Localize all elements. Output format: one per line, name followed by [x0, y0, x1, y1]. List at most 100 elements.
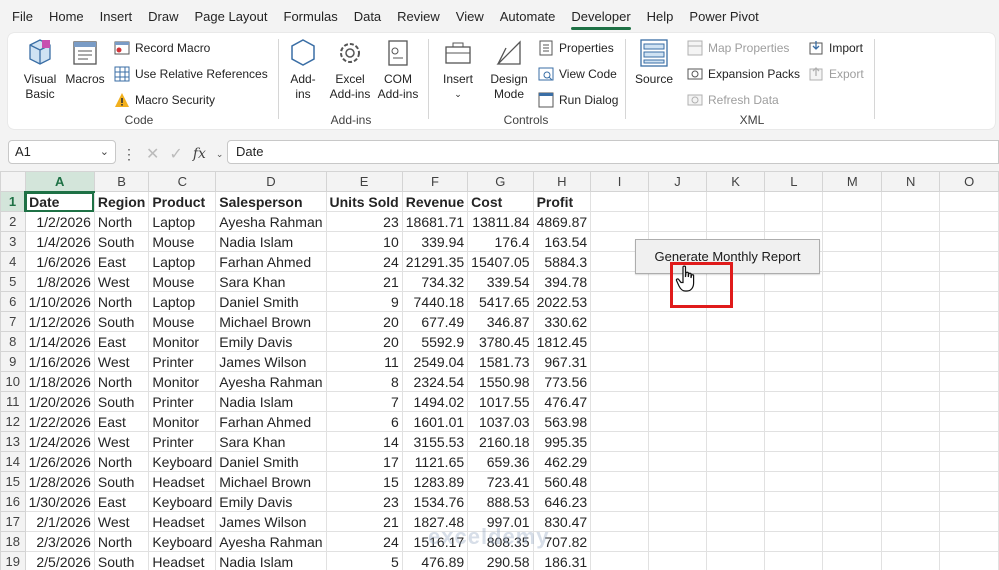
cell[interactable]: [647, 331, 707, 352]
cell[interactable]: 9: [325, 291, 403, 312]
cell[interactable]: [939, 391, 999, 412]
column-header-f[interactable]: F: [401, 171, 469, 192]
cell[interactable]: Ayesha Rahman: [215, 211, 327, 232]
cell[interactable]: 1/26/2026: [24, 451, 95, 472]
cell[interactable]: 11: [325, 351, 403, 372]
cell[interactable]: [881, 511, 941, 532]
row-header[interactable]: 13: [0, 431, 26, 452]
cell[interactable]: 1/20/2026: [24, 391, 95, 412]
cell[interactable]: [939, 231, 999, 252]
cell[interactable]: [705, 531, 766, 552]
cell[interactable]: Laptop: [148, 211, 217, 232]
cell[interactable]: 20: [325, 311, 403, 332]
cell[interactable]: [881, 491, 941, 512]
cell[interactable]: [705, 391, 766, 412]
cell[interactable]: [647, 211, 707, 232]
cell[interactable]: 1/8/2026: [24, 271, 95, 292]
cell[interactable]: Profit: [532, 191, 592, 212]
cell[interactable]: 163.54: [532, 231, 592, 252]
cell[interactable]: [881, 371, 941, 392]
cell[interactable]: [881, 551, 941, 570]
cell[interactable]: 2549.04: [401, 351, 469, 372]
import-button[interactable]: Import: [808, 37, 863, 59]
cell[interactable]: [822, 271, 883, 292]
name-box[interactable]: A1 ⌄: [8, 140, 116, 164]
row-header[interactable]: 12: [0, 411, 26, 432]
cell[interactable]: 23: [325, 211, 403, 232]
cell[interactable]: Revenue: [401, 191, 469, 212]
cell[interactable]: [590, 331, 649, 352]
cell[interactable]: [764, 431, 824, 452]
column-header-l[interactable]: L: [764, 171, 824, 192]
expansion-packs-button[interactable]: Expansion Packs: [687, 63, 800, 85]
cell[interactable]: 1601.01: [401, 411, 469, 432]
column-header-m[interactable]: M: [822, 171, 883, 192]
cell[interactable]: 476.89: [401, 551, 469, 570]
macros-button[interactable]: Macros: [64, 37, 106, 87]
cell[interactable]: 21: [325, 511, 403, 532]
cell[interactable]: [822, 391, 883, 412]
cell[interactable]: Daniel Smith: [215, 451, 327, 472]
cell[interactable]: 7440.18: [401, 291, 469, 312]
refresh-data-button[interactable]: Refresh Data: [687, 89, 779, 111]
cell[interactable]: 1812.45: [532, 331, 592, 352]
chevron-down-icon[interactable]: ⌄: [100, 145, 109, 158]
cell[interactable]: [590, 471, 649, 492]
cell[interactable]: Headset: [148, 511, 217, 532]
tab-draw[interactable]: Draw: [140, 0, 186, 31]
column-header-h[interactable]: H: [532, 171, 592, 192]
cell[interactable]: 339.54: [467, 271, 534, 292]
cell[interactable]: [590, 431, 649, 452]
cell[interactable]: [705, 431, 766, 452]
row-header[interactable]: 6: [0, 291, 26, 312]
cell[interactable]: 2/1/2026: [24, 511, 95, 532]
cell[interactable]: 20: [325, 331, 403, 352]
cell[interactable]: [939, 331, 999, 352]
cell[interactable]: 563.98: [532, 411, 592, 432]
cell[interactable]: [764, 451, 824, 472]
cell[interactable]: [764, 191, 824, 212]
cell[interactable]: [590, 371, 649, 392]
cell[interactable]: Mouse: [148, 271, 217, 292]
cell[interactable]: 2022.53: [532, 291, 592, 312]
cell[interactable]: [881, 411, 941, 432]
cell[interactable]: 2/3/2026: [24, 531, 95, 552]
cell[interactable]: [764, 271, 824, 292]
cell[interactable]: [705, 371, 766, 392]
enter-icon[interactable]: ✓: [169, 144, 182, 164]
cell[interactable]: 346.87: [467, 311, 534, 332]
cell[interactable]: North: [93, 451, 150, 472]
cell[interactable]: 21: [325, 271, 403, 292]
cell[interactable]: 7: [325, 391, 403, 412]
cell[interactable]: Emily Davis: [215, 491, 327, 512]
cell[interactable]: Farhan Ahmed: [215, 251, 327, 272]
cell[interactable]: [822, 471, 883, 492]
cell[interactable]: North: [93, 291, 150, 312]
cell[interactable]: Keyboard: [148, 531, 217, 552]
cell[interactable]: Laptop: [148, 251, 217, 272]
cell[interactable]: [764, 311, 824, 332]
cell[interactable]: [590, 451, 649, 472]
cell[interactable]: [939, 511, 999, 532]
cell[interactable]: [764, 211, 824, 232]
column-header-o[interactable]: O: [939, 171, 999, 192]
cell[interactable]: West: [93, 351, 150, 372]
tab-developer[interactable]: Developer: [563, 0, 638, 31]
cell[interactable]: 659.36: [467, 451, 534, 472]
cell[interactable]: [764, 351, 824, 372]
more-options-icon[interactable]: ⋮: [122, 146, 136, 163]
cell[interactable]: [647, 351, 707, 372]
cell[interactable]: [939, 291, 999, 312]
cell[interactable]: [939, 271, 999, 292]
cell[interactable]: 476.47: [532, 391, 592, 412]
tab-page-layout[interactable]: Page Layout: [187, 0, 276, 31]
cell[interactable]: [764, 371, 824, 392]
row-header[interactable]: 8: [0, 331, 26, 352]
cell[interactable]: 646.23: [532, 491, 592, 512]
cell[interactable]: 290.58: [467, 551, 534, 570]
column-header-c[interactable]: C: [148, 171, 217, 192]
cell[interactable]: [939, 531, 999, 552]
cell[interactable]: Printer: [148, 431, 217, 452]
cell[interactable]: [822, 431, 883, 452]
cell[interactable]: [822, 411, 883, 432]
